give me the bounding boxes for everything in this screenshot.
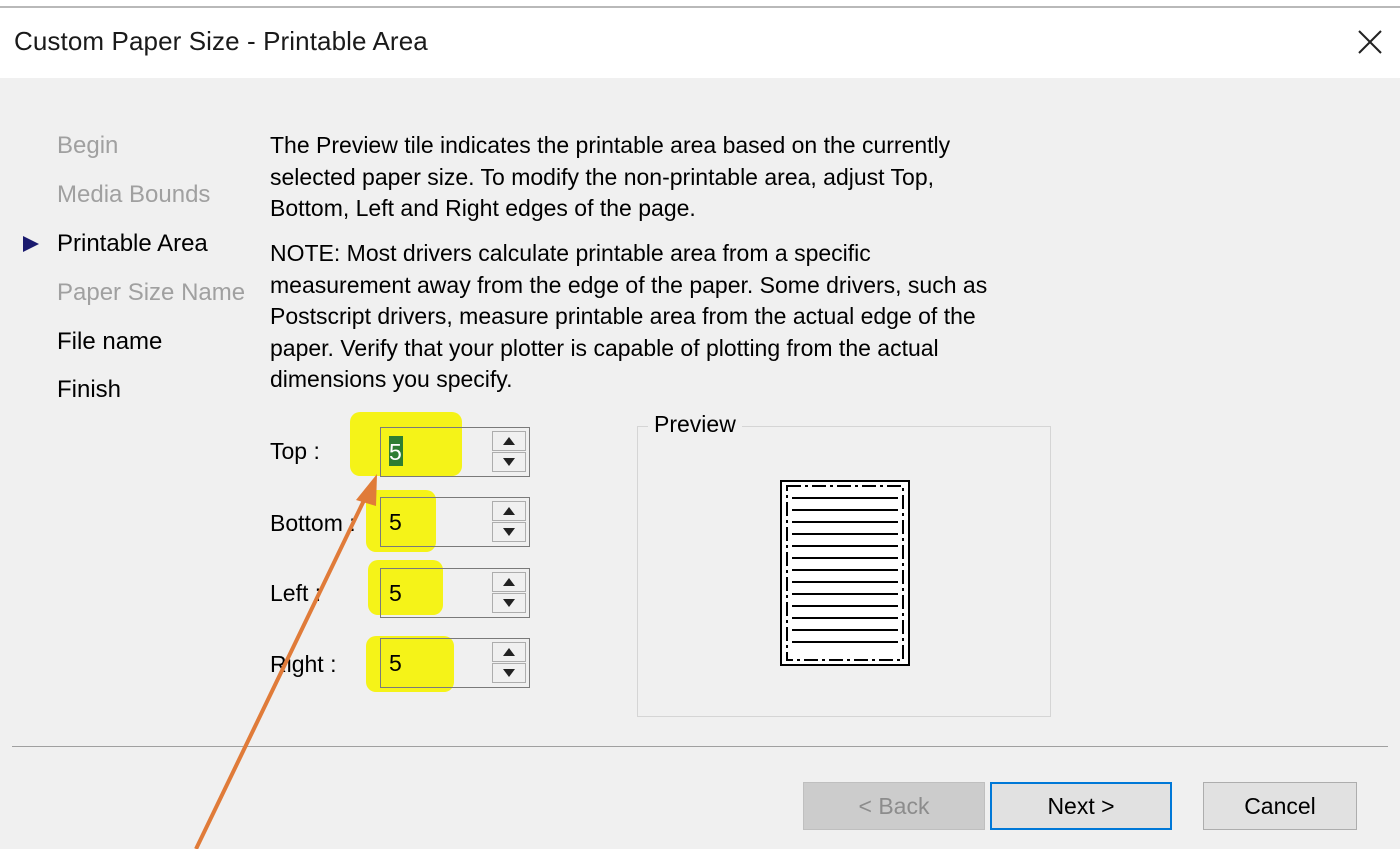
- top-spin-buttons: [492, 431, 526, 473]
- close-icon: [1358, 30, 1382, 54]
- step-printable-area: Printable Area: [57, 230, 208, 257]
- bottom-input[interactable]: [385, 502, 493, 542]
- description-paragraph-1: The Preview tile indicates the printable…: [270, 130, 1070, 225]
- page-preview-drawing: [780, 480, 910, 666]
- arrow-down-icon: [503, 528, 515, 536]
- step-media-bounds: Media Bounds: [57, 181, 211, 208]
- bottom-label: Bottom :: [270, 510, 356, 536]
- bottom-increment-button[interactable]: [492, 501, 526, 521]
- right-decrement-button[interactable]: [492, 663, 526, 683]
- arrow-up-icon: [503, 437, 515, 445]
- right-label: Right :: [270, 651, 337, 677]
- footer-separator: [12, 746, 1388, 747]
- title-bar: Custom Paper Size - Printable Area: [0, 0, 1400, 78]
- left-increment-button[interactable]: [492, 572, 526, 592]
- left-spinner: [380, 568, 530, 618]
- description-line: paper. Verify that your plotter is capab…: [270, 334, 939, 361]
- description-line: selected paper size. To modify the non-p…: [270, 163, 935, 190]
- bottom-spin-buttons: [492, 501, 526, 543]
- arrow-up-icon: [503, 507, 515, 515]
- arrow-up-icon: [503, 578, 515, 586]
- right-increment-button[interactable]: [492, 642, 526, 662]
- title-bar-top-line: [0, 6, 1400, 8]
- left-label: Left :: [270, 580, 322, 606]
- custom-paper-size-dialog: Custom Paper Size - Printable Area Begin…: [0, 0, 1400, 849]
- top-spinner: [380, 427, 530, 477]
- description-line: Bottom, Left and Right edges of the page…: [270, 195, 696, 221]
- top-input[interactable]: [385, 432, 493, 472]
- preview-page-icon: [780, 480, 910, 666]
- step-begin: Begin: [57, 132, 119, 159]
- close-button[interactable]: [1350, 22, 1390, 62]
- description-line: NOTE: Most drivers calculate printable a…: [270, 240, 871, 266]
- bottom-decrement-button[interactable]: [492, 522, 526, 542]
- cancel-button[interactable]: Cancel: [1203, 782, 1357, 830]
- back-button[interactable]: < Back: [803, 782, 985, 830]
- left-input[interactable]: [385, 573, 493, 613]
- right-spin-buttons: [492, 642, 526, 684]
- step-finish: Finish: [57, 376, 122, 403]
- right-spinner: [380, 638, 530, 688]
- bottom-spinner: [380, 497, 530, 547]
- left-decrement-button[interactable]: [492, 593, 526, 613]
- right-input[interactable]: [385, 643, 493, 683]
- preview-label: Preview: [648, 411, 742, 438]
- step-paper-size-name: Paper Size Name: [57, 279, 246, 306]
- next-button[interactable]: Next >: [990, 782, 1172, 830]
- top-label: Top :: [270, 438, 320, 464]
- current-step-arrow-icon: [23, 236, 39, 252]
- arrow-down-icon: [503, 669, 515, 677]
- description-line: Postscript drivers, measure printable ar…: [270, 303, 976, 329]
- arrow-down-icon: [503, 599, 515, 607]
- left-spin-buttons: [492, 572, 526, 614]
- arrow-down-icon: [503, 458, 515, 466]
- description-line: The Preview tile indicates the printable…: [270, 132, 951, 158]
- description-line: dimensions you specify.: [270, 366, 513, 392]
- dialog-title: Custom Paper Size - Printable Area: [14, 26, 428, 56]
- arrow-up-icon: [503, 648, 515, 656]
- top-increment-button[interactable]: [492, 431, 526, 451]
- description-line: measurement away from the edge of the pa…: [270, 271, 988, 298]
- description-paragraph-2: NOTE: Most drivers calculate printable a…: [270, 238, 1070, 396]
- top-decrement-button[interactable]: [492, 452, 526, 472]
- step-file-name: File name: [57, 328, 163, 355]
